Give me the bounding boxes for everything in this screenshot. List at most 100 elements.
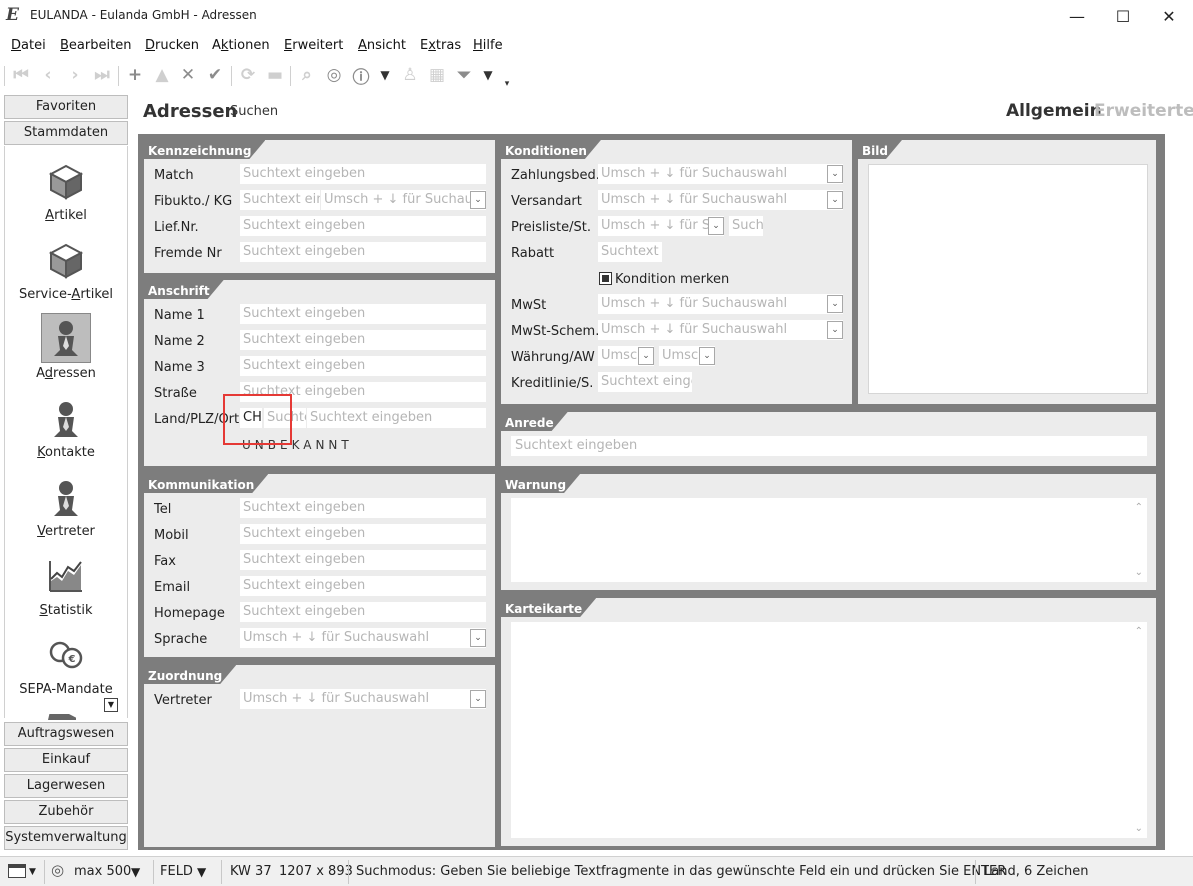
scroll-up-icon[interactable]: ⌃: [1135, 626, 1143, 637]
view-tab-extended[interactable]: Erweiterte: [1094, 101, 1193, 121]
maximize-button[interactable]: ☐: [1100, 0, 1146, 32]
previous-record-icon[interactable]: ‹: [37, 65, 59, 85]
nav-favorites[interactable]: Favoriten: [4, 95, 128, 119]
cancel-icon[interactable]: ✕: [177, 65, 199, 85]
name3-input[interactable]: Suchtext eingeben: [240, 356, 486, 376]
feld-dropdown-icon[interactable]: ▼: [197, 865, 206, 879]
calendar-week: KW 37: [230, 864, 272, 879]
tel-input[interactable]: Suchtext eingeben: [240, 498, 486, 518]
view-tab-general[interactable]: Allgemein: [1006, 101, 1102, 121]
preisstufe-input[interactable]: Such: [729, 216, 763, 236]
fremdenr-input[interactable]: Suchtext eingeben: [240, 242, 486, 262]
nav-master-data[interactable]: Stammdaten: [4, 121, 128, 145]
mobil-input[interactable]: Suchtext eingeben: [240, 524, 486, 544]
menu-erweitert[interactable]: Erweitert: [284, 38, 343, 53]
rabatt-input[interactable]: Suchtext e: [598, 242, 662, 262]
filter-icon[interactable]: ⏷: [453, 65, 475, 85]
mwst-schema-combobox[interactable]: Umsch + ↓ für Suchauswahl ⌄: [598, 320, 843, 340]
user-icon[interactable]: ♙: [399, 65, 421, 85]
versandart-combobox[interactable]: Umsch + ↓ für Suchauswahl ⌄: [598, 190, 843, 210]
sidebar-item-statistik[interactable]: Statistik: [4, 551, 128, 627]
nav-lagerwesen[interactable]: Lagerwesen: [4, 774, 128, 798]
nav-zubehoer[interactable]: Zubehör: [4, 800, 128, 824]
chevron-down-icon[interactable]: ⌄: [699, 347, 715, 365]
layout-dropdown-icon[interactable]: ▼: [29, 867, 36, 877]
binoculars-icon[interactable]: ⌕: [296, 65, 318, 85]
menu-aktionen[interactable]: Aktionen: [212, 38, 270, 53]
sidebar-item-artikel[interactable]: Artikel: [4, 156, 128, 232]
nav-einkauf[interactable]: Einkauf: [4, 748, 128, 772]
nav-systemverwaltung[interactable]: Systemverwaltung: [4, 826, 128, 850]
anrede-input[interactable]: Suchtext eingeben: [511, 436, 1147, 456]
sprache-combobox[interactable]: Umsch + ↓ für Suchauswahl ⌄: [240, 628, 486, 648]
chevron-down-icon[interactable]: ⌄: [827, 321, 843, 339]
chevron-down-icon[interactable]: ⌄: [470, 191, 486, 209]
preisliste-combobox[interactable]: Umsch + ↓ für Su ⌄: [598, 216, 724, 236]
fibukto-input[interactable]: Suchtext ein: [240, 190, 320, 210]
last-record-icon[interactable]: ⏭: [91, 65, 113, 85]
nav-auftragswesen[interactable]: Auftragswesen: [4, 722, 128, 746]
sidebar-item-vertreter[interactable]: Vertreter: [4, 472, 128, 548]
menu-ansicht[interactable]: Ansicht: [358, 38, 406, 53]
chevron-down-icon[interactable]: ⌄: [638, 347, 654, 365]
confirm-icon[interactable]: ✔: [204, 65, 226, 85]
menu-drucken[interactable]: Drucken: [145, 38, 199, 53]
up-icon[interactable]: ▲: [151, 65, 173, 85]
name2-input[interactable]: Suchtext eingeben: [240, 330, 486, 350]
scroll-down-icon[interactable]: ⌄: [1135, 823, 1143, 834]
scroll-up-icon[interactable]: ⌃: [1135, 502, 1143, 513]
email-input[interactable]: Suchtext eingeben: [240, 576, 486, 596]
menu-extras[interactable]: Extras: [420, 38, 461, 53]
sidebar-label-sepa-mandate: SEPA-Mandate: [19, 682, 113, 697]
sidebar-item-kontakte[interactable]: Kontakte: [4, 393, 128, 469]
chevron-down-icon[interactable]: ⌄: [827, 165, 843, 183]
sidebar-item-sepa-mandate[interactable]: € SEPA-Mandate: [4, 630, 128, 706]
add-icon[interactable]: +: [124, 65, 146, 85]
info-dropdown-icon[interactable]: ▼: [374, 65, 396, 85]
close-button[interactable]: ✕: [1146, 0, 1192, 32]
max-dropdown-icon[interactable]: ▼: [131, 865, 140, 879]
sidebar-item-adressen[interactable]: Adressen: [4, 312, 128, 388]
scroll-down-icon[interactable]: ⌄: [1135, 567, 1143, 578]
menu-hilfe[interactable]: Hilfe: [473, 38, 503, 53]
target-icon[interactable]: ◎: [323, 65, 345, 85]
name1-input[interactable]: Suchtext eingeben: [240, 304, 486, 324]
calendar-icon[interactable]: ▦: [426, 65, 448, 85]
chevron-down-icon[interactable]: ⌄: [708, 217, 724, 235]
fax-input[interactable]: Suchtext eingeben: [240, 550, 486, 570]
warnung-memo[interactable]: ⌃ ⌄: [511, 498, 1147, 582]
liefnr-input[interactable]: Suchtext eingeben: [240, 216, 486, 236]
zahlungsbed-combobox[interactable]: Umsch + ↓ für Suchauswahl ⌄: [598, 164, 843, 184]
toolbar-overflow-icon[interactable]: ▾: [496, 74, 518, 94]
kondition-merken-checkbox[interactable]: [599, 272, 612, 285]
search-field-mode[interactable]: FELD: [160, 864, 193, 879]
kg-combobox[interactable]: Umsch + ↓ für Suchaus ⌄: [321, 190, 486, 210]
homepage-input[interactable]: Suchtext eingeben: [240, 602, 486, 622]
first-record-icon[interactable]: ⏮: [10, 65, 32, 85]
window-layout-icon[interactable]: [8, 864, 26, 878]
city-input[interactable]: Suchtext eingeben: [307, 408, 486, 428]
match-input[interactable]: Suchtext eingeben: [240, 164, 486, 184]
minimize-button[interactable]: —: [1054, 0, 1100, 32]
image-area[interactable]: [868, 164, 1148, 394]
info-icon[interactable]: ⓘ: [350, 65, 372, 88]
chevron-down-icon[interactable]: ⌄: [470, 629, 486, 647]
refresh-icon[interactable]: ⟳: [237, 65, 259, 85]
menu-datei[interactable]: Datei: [11, 38, 46, 53]
aw-combobox[interactable]: Umsch ⌄: [659, 346, 715, 366]
kreditlinie-input[interactable]: Suchtext eingel: [598, 372, 692, 392]
window-layout-bar: [9, 865, 25, 868]
max-records[interactable]: max 500: [74, 864, 131, 879]
minus-icon[interactable]: ▬: [264, 65, 286, 85]
menu-bearbeiten[interactable]: Bearbeiten: [60, 38, 131, 53]
chevron-down-icon[interactable]: ⌄: [827, 295, 843, 313]
chevron-down-icon[interactable]: ⌄: [827, 191, 843, 209]
karteikarte-memo[interactable]: ⌃ ⌄: [511, 622, 1147, 838]
vertreter-combobox[interactable]: Umsch + ↓ für Suchauswahl ⌄: [240, 689, 486, 709]
chevron-down-icon[interactable]: ⌄: [470, 690, 486, 708]
mwst-combobox[interactable]: Umsch + ↓ für Suchauswahl ⌄: [598, 294, 843, 314]
sidebar-item-service-artikel[interactable]: Service-Artikel: [4, 235, 128, 311]
sidebar-scroll-down-button[interactable]: ▼: [104, 698, 118, 712]
waehrung-combobox[interactable]: Umsch ⌄: [598, 346, 654, 366]
next-record-icon[interactable]: ›: [64, 65, 86, 85]
